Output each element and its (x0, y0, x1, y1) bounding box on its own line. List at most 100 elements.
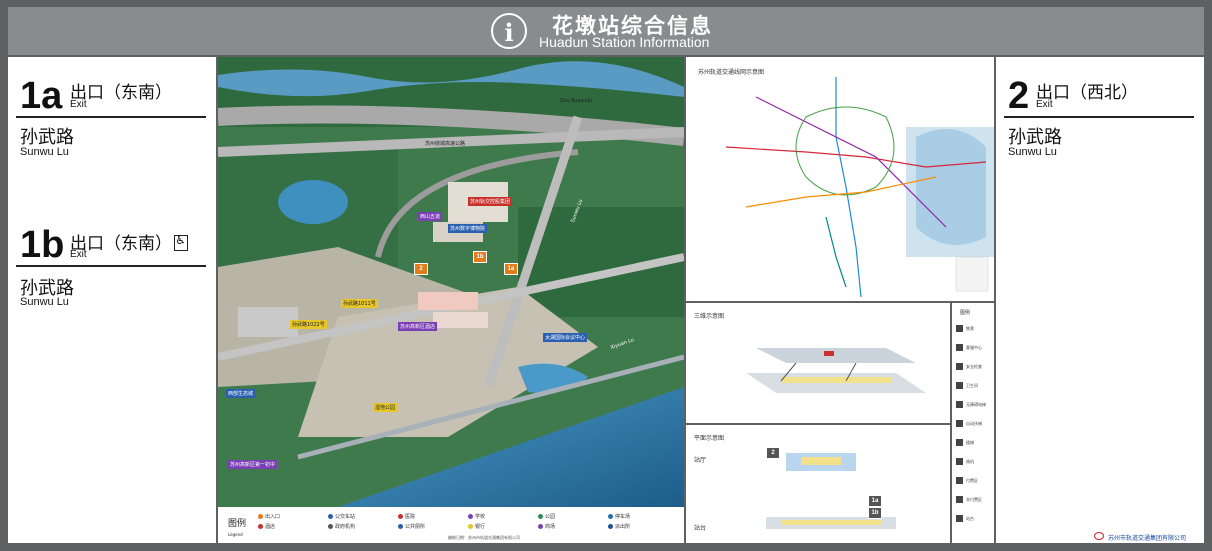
metro-network-map[interactable]: 苏州轨道交通线网示意图 (686, 57, 994, 301)
map-label-sunwu-1022: 孙武路1022号 (290, 320, 327, 329)
map-label-rail-group: 苏州轨交控股集团 (468, 197, 513, 206)
station-plan-diagram: 平面示意图 站厅 站台 2 1a 1b (686, 425, 950, 543)
exit-2-exit-en: Exit (1036, 99, 1053, 110)
section-title: 三维示意图 (694, 313, 725, 320)
map-exit-1a-tag[interactable]: 1a (504, 263, 518, 275)
diagram-legend-item: 客服中心 (956, 344, 992, 351)
exits-left-panel: 1a 出口（东南） Exit 孙武路 Sunwu Lu 1b 出口（东南） Ex… (8, 57, 216, 543)
accessible-elevator-icon (174, 233, 188, 251)
legend-item: 公共厕所 (398, 523, 425, 530)
facility-icon (956, 325, 963, 332)
legend-item: 医院 (398, 513, 415, 520)
exit-1a-exit-en: Exit (70, 99, 87, 110)
exit-1a-road-en: Sunwu Lu (20, 146, 69, 158)
exit-1b-number: 1b (20, 224, 65, 266)
map-label-hotel: 苏州高新区酒店 (398, 322, 438, 331)
map-label-wetland-park: 湿地公园 (373, 403, 398, 412)
legend-item: 酒店 (258, 523, 275, 530)
legend-swatch-icon (398, 514, 403, 519)
map-label-eco-city: 西部生态城 (226, 389, 256, 398)
legend-swatch-icon (538, 514, 543, 519)
diagram-legend-item: 非付费区 (956, 496, 992, 503)
legend-item: 出入口 (258, 513, 280, 520)
exit-2-number: 2 (1008, 75, 1030, 117)
map-label-highway: 苏州绕城高速公路 (425, 141, 466, 147)
map-exit-2-tag[interactable]: 2 (414, 263, 428, 275)
exit-1b-divider (16, 265, 206, 267)
legend-swatch-icon (608, 514, 613, 519)
diagram-legend-item: 付费区 (956, 477, 992, 484)
company-logo-icon (1094, 532, 1104, 540)
legend-item: 公园 (538, 513, 555, 520)
facility-icon (956, 496, 963, 503)
metro-map-title: 苏州轨道交通线网示意图 (698, 69, 765, 76)
diagram-legend-item: 无障碍电梯 (956, 401, 992, 408)
legend-swatch-icon (258, 524, 263, 529)
exit-1b-direction: 出口（东南） (70, 229, 188, 254)
plan-exit-1a: 1a (868, 495, 882, 507)
exit-1b-road-en: Sunwu Lu (20, 296, 69, 308)
legend-swatch-icon (328, 524, 333, 529)
map-label-school: 苏州高新区第一初中 (228, 460, 278, 469)
map-exit-1b-tag[interactable]: 1b (473, 251, 487, 263)
facility-icon (956, 344, 963, 351)
legend-item: 政府机构 (328, 523, 355, 530)
facility-icon (956, 401, 963, 408)
area-map[interactable]: Zou Kuaisulu 苏州绕城高速公路 苏州轨交控股集团 西山五道 苏州数字… (218, 57, 684, 507)
facility-icon (956, 382, 963, 389)
facility-icon (956, 439, 963, 446)
map-label-xishan: 西山五道 (418, 212, 443, 221)
legend-footnote: 编制日期：苏州市轨道交通集团有限公司 (448, 535, 520, 540)
title-english: Huadun Station Information (539, 34, 710, 50)
station-info-board: i 花墩站综合信息 Huadun Station Information 1a … (0, 0, 1212, 551)
diagram-legend-item: 自动扶梯 (956, 420, 992, 427)
facility-icon (956, 363, 963, 370)
map-label-museum: 苏州数字博物院 (448, 224, 488, 233)
exit-1a-number: 1a (20, 75, 63, 117)
legend-swatch-icon (608, 524, 613, 529)
legend-swatch-icon (468, 524, 473, 529)
legend-item: 停车场 (608, 513, 630, 520)
diagram-legend-item: 闸机 (956, 458, 992, 465)
diagram-legend-item: 安全检查 (956, 363, 992, 370)
diagram-legend-title: 图例 (960, 310, 971, 316)
area-map-illustration (218, 57, 684, 507)
map-legend: 图例 Legend 出入口 公交车站 医院 学校 公园 停车场酒店 政府机构 公共厕所 银行 商场 派… (218, 507, 684, 543)
legend-item: 银行 (468, 523, 485, 530)
diagram-legend-item: 楼梯 (956, 439, 992, 446)
exit-2-road-en: Sunwu Lu (1008, 146, 1057, 158)
legend-swatch-icon (328, 514, 333, 519)
diagram-legend-item: 售票 (956, 325, 992, 332)
legend-title: 图例 Legend (228, 519, 247, 537)
exit-1a-divider (16, 116, 206, 118)
facility-icon (956, 515, 963, 522)
legend-item: 公交车站 (328, 513, 355, 520)
facility-icon (956, 458, 963, 465)
plan-floor-concourse: 站厅 (694, 457, 707, 464)
plan-floor-platform: 站台 (694, 525, 707, 532)
map-label-zou-kuaisulu: Zou Kuaisulu (560, 98, 593, 104)
exits-right-panel: 2 出口（西北） Exit 孙武路 Sunwu Lu (996, 57, 1204, 543)
company-name: 苏州市轨道交通集团有限公司 (1108, 535, 1187, 542)
legend-swatch-icon (468, 514, 473, 519)
legend-item: 学校 (468, 513, 485, 520)
legend-swatch-icon (258, 514, 263, 519)
plan-title: 平面示意图 (694, 435, 725, 442)
exit-1b-exit-en: Exit (70, 249, 87, 260)
facility-icon (956, 420, 963, 427)
metro-map-lines (725, 77, 994, 298)
map-label-sunwu-1011: 孙武路1011号 (341, 299, 378, 308)
plan-exit-2: 2 (766, 447, 780, 459)
plan-exit-1b: 1b (868, 507, 882, 519)
diagram-legend-item: 卫生间 (956, 382, 992, 389)
legend-item: 商场 (538, 523, 555, 530)
legend-swatch-icon (398, 524, 403, 529)
diagram-legend: 图例 售票客服中心安全检查卫生间无障碍电梯自动扶梯楼梯闸机付费区非付费区站台 (952, 303, 994, 543)
info-icon: i (491, 13, 527, 49)
legend-item: 派出所 (608, 523, 630, 530)
diagram-legend-item: 站台 (956, 515, 992, 522)
facility-icon (956, 477, 963, 484)
exit-2-divider (1004, 116, 1194, 118)
section-drawing (746, 348, 926, 393)
legend-swatch-icon (538, 524, 543, 529)
